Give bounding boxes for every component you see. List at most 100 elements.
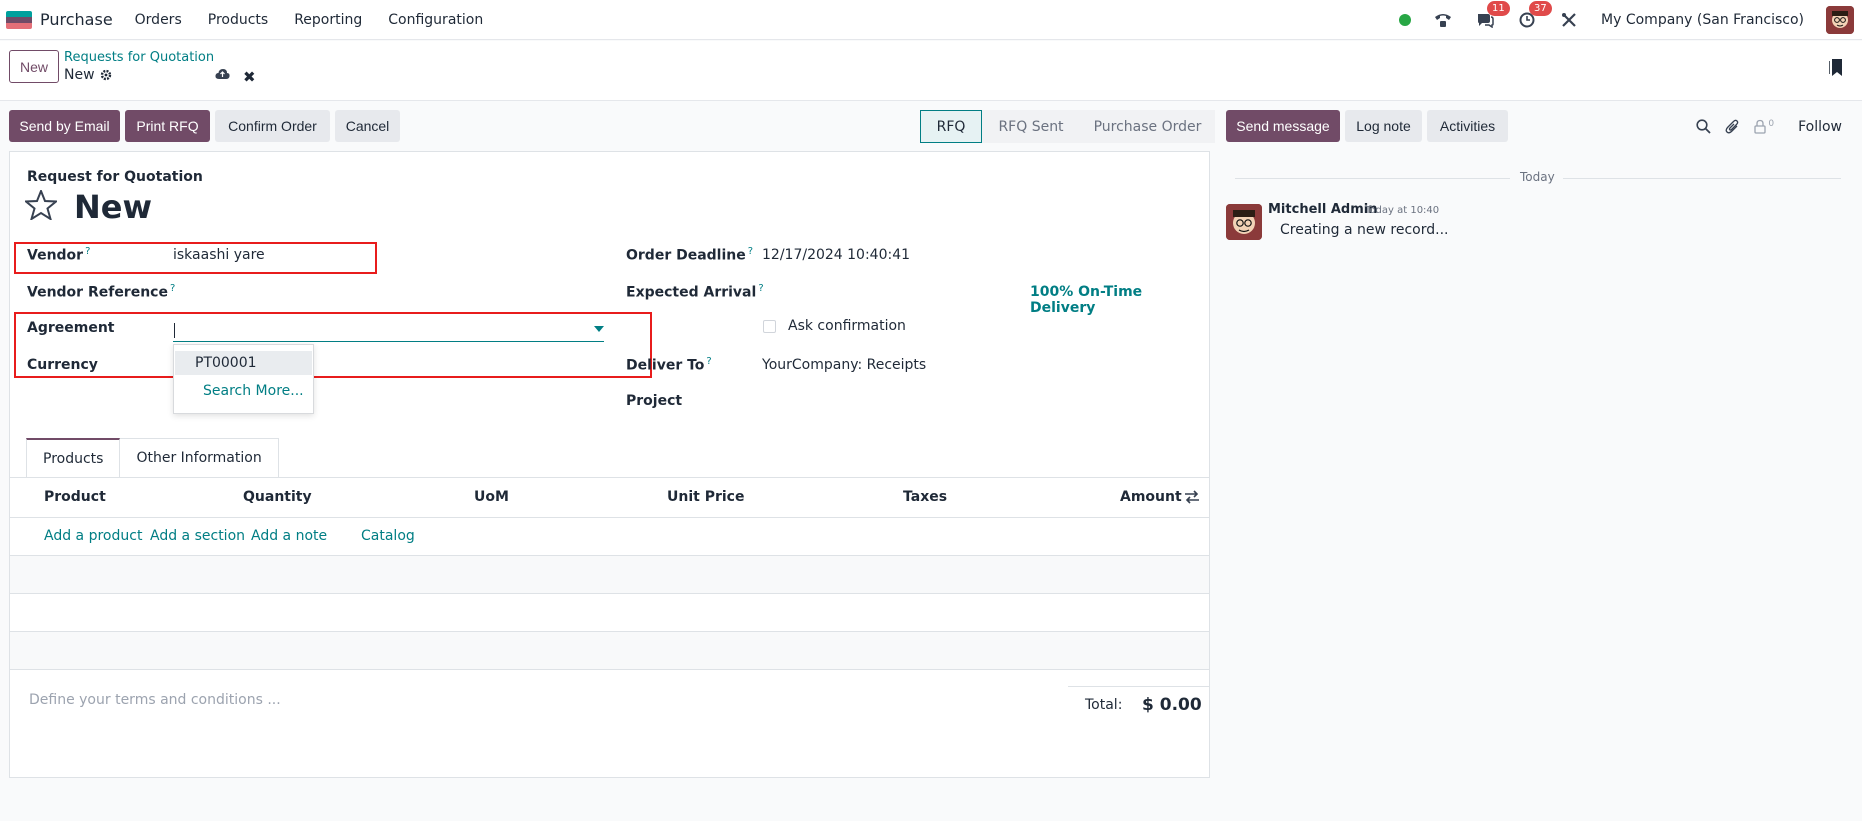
form-sheet: Request for Quotation New Vendor? iskaas… <box>9 151 1210 778</box>
systray: 11 37 My Company (San Francisco) <box>1399 0 1854 40</box>
column-taxes[interactable]: Taxes <box>903 489 947 505</box>
deliver-to-field[interactable]: YourCompany: Receipts <box>762 357 926 373</box>
followers-count: 0 <box>1768 119 1775 129</box>
agreement-autocomplete-dropdown: PT00001 Search More... <box>173 344 314 414</box>
menu-products[interactable]: Products <box>208 12 268 28</box>
column-product[interactable]: Product <box>44 489 106 505</box>
vendor-reference-label-text: Vendor Reference <box>27 284 168 301</box>
order-deadline-label: Order Deadline? <box>626 246 753 264</box>
message-body: Creating a new record... <box>1280 222 1449 238</box>
catalog-link[interactable]: Catalog <box>361 528 415 544</box>
breadcrumb-rfq[interactable]: Requests for Quotation <box>64 50 214 65</box>
cancel-button[interactable]: Cancel <box>335 110 400 142</box>
date-separator-line-left <box>1235 178 1510 179</box>
follow-button[interactable]: Follow <box>1798 119 1842 135</box>
menu-reporting[interactable]: Reporting <box>294 12 362 28</box>
messages-badge: 11 <box>1487 1 1510 16</box>
expected-arrival-help-icon[interactable]: ? <box>758 283 763 294</box>
vendor-reference-label: Vendor Reference? <box>27 283 175 301</box>
activities-button[interactable]: Activities <box>1427 110 1508 142</box>
order-deadline-field[interactable]: 12/17/2024 10:40:41 <box>762 247 910 263</box>
column-unit-price[interactable]: Unit Price <box>667 489 744 505</box>
activities-badge: 37 <box>1529 1 1552 16</box>
deliver-to-label-text: Deliver To <box>626 357 705 374</box>
dropdown-option-pt00001[interactable]: PT00001 <box>175 351 312 375</box>
total-divider <box>1068 686 1209 687</box>
add-section-link[interactable]: Add a section <box>150 528 245 544</box>
date-separator-line-right <box>1563 178 1841 179</box>
vendor-highlight-box <box>14 242 377 274</box>
project-label: Project <box>626 393 683 409</box>
message-author-avatar[interactable] <box>1226 204 1262 240</box>
total-label: Total: <box>1085 697 1123 713</box>
notebook-tabs: Products Other Information <box>26 438 279 478</box>
total-value: $ 0.00 <box>1142 695 1202 715</box>
messages-icon[interactable]: 11 <box>1475 1 1510 30</box>
empty-row <box>10 556 1209 594</box>
message-author[interactable]: Mitchell Admin <box>1268 202 1377 217</box>
confirm-order-button[interactable]: Confirm Order <box>215 110 330 142</box>
terms-conditions-field[interactable]: Define your terms and conditions ... <box>29 692 281 708</box>
main-menu: Orders Products Reporting Configuration <box>135 12 484 28</box>
document-type: Request for Quotation <box>27 169 203 185</box>
followers-counter[interactable]: 0 <box>1754 119 1774 134</box>
stage-rfq-sent[interactable]: RFQ Sent <box>982 110 1080 143</box>
company-switcher[interactable]: My Company (San Francisco) <box>1601 12 1804 28</box>
tab-other-information[interactable]: Other Information <box>120 438 279 478</box>
record-title: New <box>74 188 153 226</box>
priority-star-icon[interactable] <box>23 188 59 224</box>
stage-purchase-order[interactable]: Purchase Order <box>1080 110 1215 143</box>
new-record-button[interactable]: New <box>9 50 59 83</box>
order-deadline-help-icon[interactable]: ? <box>748 246 753 257</box>
control-panel: New Requests for Quotation New ✖ <box>0 41 1862 101</box>
order-deadline-label-text: Order Deadline <box>626 247 746 264</box>
status-bar: RFQ RFQ Sent Purchase Order <box>920 110 1215 143</box>
search-more-link[interactable]: Search More... <box>203 383 304 399</box>
vendor-reference-help-icon[interactable]: ? <box>170 283 175 294</box>
lock-person-icon <box>1754 119 1766 134</box>
breadcrumb-current: New <box>64 67 112 83</box>
column-amount[interactable]: Amount <box>1120 489 1182 505</box>
discard-close-icon[interactable]: ✖ <box>243 68 256 86</box>
log-note-button[interactable]: Log note <box>1345 110 1422 142</box>
agreement-highlight-box <box>14 312 652 378</box>
on-time-delivery-link[interactable]: 100% On-Time Delivery <box>1030 284 1209 316</box>
activities-clock-icon[interactable]: 37 <box>1517 1 1552 30</box>
deliver-to-help-icon[interactable]: ? <box>706 356 711 367</box>
menu-configuration[interactable]: Configuration <box>388 12 483 28</box>
date-separator: Today <box>1520 170 1555 184</box>
send-by-email-button[interactable]: Send by Email <box>9 110 120 142</box>
gear-icon[interactable] <box>100 69 112 81</box>
top-navbar: Purchase Orders Products Reporting Confi… <box>0 0 1862 40</box>
presence-status-icon[interactable] <box>1399 14 1412 26</box>
add-product-link[interactable]: Add a product <box>44 528 142 544</box>
debug-tools-icon[interactable] <box>1559 10 1579 30</box>
column-quantity[interactable]: Quantity <box>243 489 312 505</box>
column-uom[interactable]: UoM <box>474 489 509 505</box>
save-cloud-icon[interactable] <box>215 68 230 84</box>
ask-confirmation-label: Ask confirmation <box>788 318 906 334</box>
stage-rfq[interactable]: RFQ <box>920 110 982 143</box>
record-name: New <box>64 67 95 83</box>
tab-products[interactable]: Products <box>26 438 121 478</box>
ask-confirmation-checkbox[interactable] <box>763 320 776 333</box>
bookmark-icon[interactable] <box>1828 59 1842 80</box>
app-name[interactable]: Purchase <box>40 10 113 29</box>
empty-row <box>10 594 1209 632</box>
chatter-toolbar: 0 Follow <box>1696 110 1842 143</box>
paperclip-icon[interactable] <box>1725 119 1740 135</box>
send-message-button[interactable]: Send message <box>1226 110 1340 142</box>
phone-icon[interactable] <box>1433 10 1453 30</box>
deliver-to-label: Deliver To? <box>626 356 712 374</box>
add-line-row: Add a product Add a section Add a note C… <box>10 518 1209 556</box>
menu-orders[interactable]: Orders <box>135 12 182 28</box>
expected-arrival-label: Expected Arrival? <box>626 283 764 301</box>
empty-row <box>10 632 1209 670</box>
search-icon[interactable] <box>1696 119 1711 134</box>
purchase-app-icon[interactable] <box>6 10 32 29</box>
order-lines-header: Product Quantity UoM Unit Price Taxes Am… <box>10 478 1209 518</box>
add-note-link[interactable]: Add a note <box>251 528 327 544</box>
print-rfq-button[interactable]: Print RFQ <box>125 110 210 142</box>
user-avatar[interactable] <box>1826 6 1854 34</box>
optional-columns-toggle-icon[interactable] <box>1184 490 1200 504</box>
